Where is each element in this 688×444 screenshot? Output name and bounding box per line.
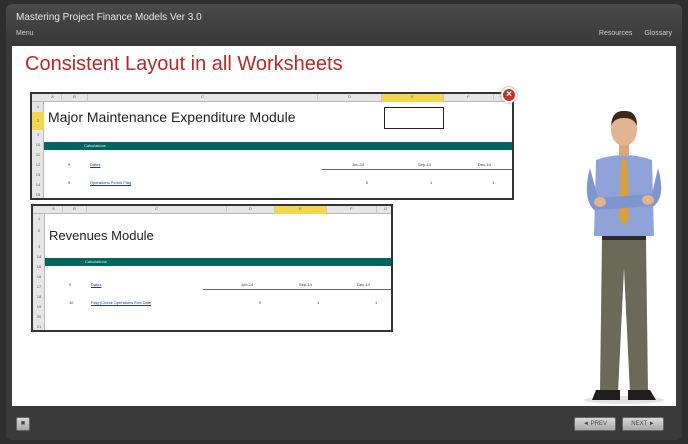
menu-link[interactable]: Menu (16, 30, 34, 37)
row-number: 14 (36, 254, 42, 259)
row-number: 12 (35, 162, 41, 167)
row-number: 3 (37, 244, 41, 249)
sheet-revenues: A B C D E F G 1 2 3 14 15 16 17 18 19 20… (31, 204, 393, 332)
period-cell: Jun-14 (241, 282, 254, 287)
slide-title: Consistent Layout in all Worksheets (25, 53, 343, 75)
value-cell: 0 (366, 180, 369, 185)
course-player: Mastering Project Finance Models Ver 3.0… (6, 4, 682, 440)
row-number: 21 (36, 324, 42, 329)
row-number: 10 (35, 142, 41, 147)
row-number: 14 (35, 182, 41, 187)
period-cell: Sep-14 (418, 162, 431, 167)
row-label-link[interactable]: Dates (91, 282, 101, 287)
row-number-cell: 10 (69, 300, 74, 305)
section-band: Calculations (45, 258, 391, 266)
row-number-cell: 9 (68, 180, 71, 185)
course-title: Mastering Project Finance Models Ver 3.0 (16, 12, 202, 23)
row-number: 18 (36, 294, 42, 299)
row-number: 15 (35, 192, 41, 197)
presenter-figure (584, 110, 664, 404)
row-label-link[interactable]: Operations Period Flag (90, 180, 131, 185)
row-number: 15 (36, 264, 42, 269)
col-header: F (444, 94, 494, 102)
col-header: A (45, 206, 63, 214)
col-header-selected: E (275, 206, 327, 214)
row-number-selected: 2 (32, 112, 44, 130)
row-number: 13 (35, 172, 41, 177)
col-header: A (44, 94, 62, 102)
value-cell: 1 (375, 300, 378, 305)
column-headers: A B C D E F G (32, 94, 512, 102)
row-number-cell: 9 (68, 162, 71, 167)
prev-button[interactable]: ◄ PREV (574, 417, 616, 431)
col-header: F (327, 206, 377, 214)
row-number: 11 (35, 152, 41, 157)
row-number: 20 (36, 314, 42, 319)
left-hand (594, 197, 606, 207)
band-label: Calculations (84, 143, 106, 148)
slide-content: Consistent Layout in all Worksheets A B … (12, 46, 676, 406)
row-number-cell: 9 (69, 282, 72, 287)
row-number: 1 (37, 216, 41, 221)
col-header: B (63, 206, 87, 214)
trousers (600, 238, 648, 393)
row-number: 2 (37, 228, 41, 233)
glossary-link[interactable]: Glossary (644, 30, 672, 37)
right-hand (642, 195, 654, 205)
row-number: 1 (36, 104, 40, 109)
period-cell: Jun-14 (352, 162, 365, 167)
col-header: C (88, 94, 318, 102)
value-cell: 1 (430, 180, 433, 185)
header-underline (322, 169, 512, 170)
column-headers: A B C D E F G (33, 206, 391, 214)
row-label-link[interactable]: Dates (90, 162, 100, 167)
col-header: B (62, 94, 88, 102)
period-cell: Sep-14 (299, 282, 312, 287)
right-shoe (628, 390, 656, 400)
col-header: G (377, 206, 391, 214)
value-cell: 1 (492, 180, 495, 185)
section-band: Calculations (44, 142, 512, 150)
band-label: Calculations (85, 259, 107, 264)
row-headers: 1 2 3 10 11 12 13 14 15 (32, 102, 44, 198)
header-underline (203, 289, 391, 290)
selected-cell[interactable] (384, 107, 444, 129)
row-number: 16 (36, 274, 42, 279)
col-header: D (227, 206, 275, 214)
sheet-major-maintenance: A B C D E F G 1 2 3 10 11 12 13 14 15 Ma… (30, 92, 514, 200)
top-links: Resources Glossary (599, 30, 672, 37)
row-number: 3 (36, 132, 40, 137)
close-icon[interactable]: × (501, 87, 517, 103)
left-shoe (592, 390, 620, 400)
col-header: D (318, 94, 382, 102)
value-cell: 1 (317, 300, 320, 305)
period-cell: Dec-14 (357, 282, 370, 287)
top-bar: Mastering Project Finance Models Ver 3.0… (6, 4, 682, 46)
value-cell: 0 (259, 300, 262, 305)
resources-link[interactable]: Resources (599, 30, 632, 37)
next-button[interactable]: NEXT ► (622, 417, 664, 431)
period-cell: Dec-14 (478, 162, 491, 167)
col-header: C (87, 206, 227, 214)
col-header-selected: E (382, 94, 444, 102)
row-number: 19 (36, 304, 42, 309)
row-label-link[interactable]: Flag (Check Operations End Date (91, 300, 151, 305)
row-number: 17 (36, 284, 42, 289)
sheet-title: Major Maintenance Expenditure Module (48, 109, 296, 125)
bottom-bar: ■ ◄ PREV NEXT ► (6, 406, 682, 440)
sheet-title: Revenues Module (49, 228, 154, 243)
menu-icon[interactable]: ■ (16, 417, 30, 431)
row-headers: 1 2 3 14 15 16 17 18 19 20 21 (33, 214, 45, 330)
